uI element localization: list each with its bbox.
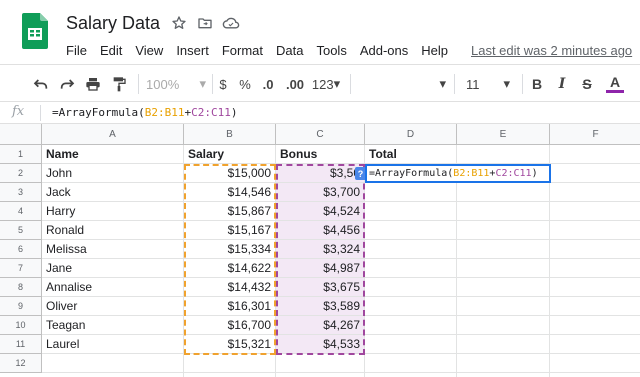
- editor-range-salary: B2:B11: [453, 168, 490, 179]
- title-bar: Salary Data File Edit View Insert Format…: [0, 0, 640, 64]
- editor-suffix: ): [531, 168, 538, 179]
- row-header[interactable]: 11: [0, 335, 42, 354]
- bold-button[interactable]: B: [529, 73, 545, 95]
- chevron-down-icon: ▾: [333, 76, 341, 91]
- italic-button[interactable]: I: [554, 73, 570, 95]
- font-size-value: 11: [466, 76, 480, 92]
- row-header[interactable]: 12: [0, 354, 42, 373]
- sheets-logo-icon[interactable]: [22, 13, 48, 49]
- menu-view[interactable]: View: [135, 43, 163, 58]
- menu-data[interactable]: Data: [276, 43, 303, 58]
- row-header[interactable]: 4: [0, 202, 42, 221]
- zoom-value: 100%: [146, 76, 180, 92]
- editor-range-bonus: C2:C11: [495, 168, 532, 179]
- paint-format-icon[interactable]: [108, 73, 130, 95]
- menu-bar: File Edit View Insert Format Data Tools …: [66, 43, 461, 58]
- decrease-decimal-label: .0: [262, 76, 274, 92]
- percent-format-button[interactable]: %: [237, 73, 253, 95]
- toolbar-divider: [138, 74, 139, 94]
- undo-icon[interactable]: [30, 73, 52, 95]
- row-header[interactable]: 8: [0, 278, 42, 297]
- formula-prefix: =ArrayFormula(: [52, 106, 145, 119]
- row-header[interactable]: 9: [0, 297, 42, 316]
- select-all-corner[interactable]: [0, 124, 42, 145]
- toolbar-divider: [350, 74, 351, 94]
- formula-input[interactable]: =ArrayFormula(B2:B11+C2:C11): [52, 106, 237, 119]
- row-header[interactable]: 10: [0, 316, 42, 335]
- document-title[interactable]: Salary Data: [66, 13, 160, 34]
- decrease-decimal-button[interactable]: .0: [258, 73, 278, 95]
- spreadsheet-grid: A B C D E F 1 2 3 4 5 6 7 8 9 10 11 12 N…: [0, 124, 640, 377]
- print-icon[interactable]: [82, 73, 104, 95]
- last-edit-link[interactable]: Last edit was 2 minutes ago: [471, 43, 632, 58]
- menu-tools[interactable]: Tools: [316, 43, 346, 58]
- text-color-swatch: [606, 90, 624, 93]
- menu-insert[interactable]: Insert: [176, 43, 209, 58]
- formula-bar: fx =ArrayFormula(B2:B11+C2:C11): [0, 102, 640, 124]
- row-header[interactable]: 1: [0, 145, 42, 164]
- formula-range-bonus: C2:C11: [191, 106, 231, 119]
- currency-format-button[interactable]: $: [216, 73, 230, 95]
- text-color-label: A: [609, 74, 621, 90]
- increase-decimal-button[interactable]: .00: [283, 73, 307, 95]
- toolbar-divider: [212, 74, 213, 94]
- toolbar: 100% ▾ $ % .0 .00 123 ▾ ▾ 11 ▾ B I S A: [0, 64, 640, 102]
- toolbar-divider: [454, 74, 455, 94]
- row-header[interactable]: 5: [0, 221, 42, 240]
- editor-prefix: =ArrayFormula(: [369, 168, 454, 179]
- zoom-select[interactable]: 100% ▾: [146, 73, 206, 95]
- toolbar-divider: [522, 74, 523, 94]
- chevron-down-icon: ▾: [503, 76, 510, 91]
- chevron-down-icon: ▾: [199, 76, 206, 91]
- row-header[interactable]: 7: [0, 259, 42, 278]
- menu-help[interactable]: Help: [421, 43, 448, 58]
- row-header[interactable]: 3: [0, 183, 42, 202]
- strikethrough-button[interactable]: S: [579, 73, 595, 95]
- star-icon[interactable]: [170, 14, 188, 32]
- menu-edit[interactable]: Edit: [100, 43, 122, 58]
- font-size-select[interactable]: 11 ▾: [460, 73, 516, 95]
- chevron-down-icon: ▾: [439, 76, 446, 91]
- menu-file[interactable]: File: [66, 43, 87, 58]
- formula-range-salary: B2:B11: [144, 106, 185, 119]
- increase-decimal-label: .00: [285, 76, 305, 92]
- formula-bar-divider: [40, 105, 41, 121]
- menu-addons[interactable]: Add-ons: [360, 43, 408, 58]
- row-header[interactable]: 2: [0, 164, 42, 183]
- menu-format[interactable]: Format: [222, 43, 263, 58]
- fx-icon: fx: [12, 104, 25, 119]
- redo-icon[interactable]: [56, 73, 78, 95]
- move-folder-icon[interactable]: [196, 14, 214, 32]
- active-cell-editor[interactable]: =ArrayFormula(B2:B11 + C2:C11): [365, 164, 551, 183]
- more-formats-select[interactable]: 123 ▾: [311, 73, 341, 95]
- grid-lines: [42, 182, 640, 377]
- cloud-status-icon[interactable]: [222, 14, 240, 32]
- row-header[interactable]: 6: [0, 240, 42, 259]
- text-color-button[interactable]: A: [604, 73, 626, 95]
- font-family-select[interactable]: ▾: [356, 73, 446, 95]
- formula-suffix: ): [230, 106, 238, 119]
- more-formats-label: 123: [311, 76, 334, 92]
